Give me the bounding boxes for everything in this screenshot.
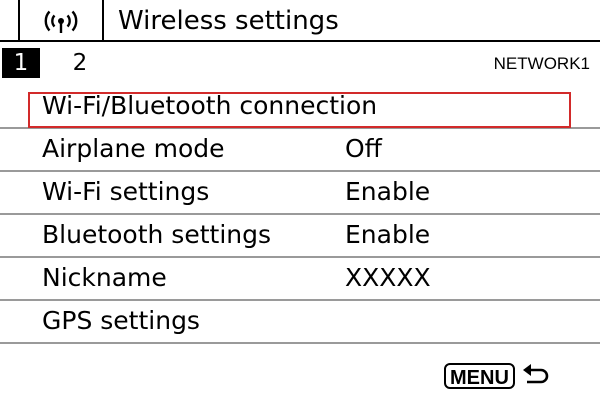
menu-item-label: GPS settings (42, 306, 200, 335)
menu-item-label: Airplane mode (42, 134, 225, 163)
menu-item-airplane-mode[interactable]: Airplane mode Off (0, 129, 600, 172)
network-label: NETWORK1 (493, 54, 590, 73)
settings-menu: Wi-Fi/Bluetooth connection Airplane mode… (0, 86, 600, 344)
menu-item-label: Nickname (42, 263, 167, 292)
menu-item-label: Wi-Fi/Bluetooth connection (42, 91, 378, 120)
wireless-icon (44, 10, 78, 33)
camera-menu-screen: Wireless settings 1 2 NETWORK1 Wi-Fi/Blu… (0, 0, 600, 400)
menu-item-label: Wi-Fi settings (42, 177, 210, 206)
page-tab-2[interactable]: 2 (60, 48, 100, 78)
menu-item-bluetooth-settings[interactable]: Bluetooth settings Enable (0, 215, 600, 258)
return-arrow-icon (522, 364, 549, 384)
menu-item-label: Bluetooth settings (42, 220, 272, 249)
menu-item-wifi-bluetooth-connection[interactable]: Wi-Fi/Bluetooth connection (0, 86, 600, 129)
menu-footer: MENU (0, 354, 600, 400)
menu-item-value: XXXXX (345, 263, 431, 292)
menu-item-value: Enable (345, 220, 431, 249)
page-tab-1[interactable]: 1 (2, 48, 40, 78)
menu-item-value: Off (345, 134, 382, 163)
menu-item-gps-settings[interactable]: GPS settings (0, 301, 600, 344)
menu-back-button[interactable]: MENU (444, 363, 551, 389)
menu-item-value: Enable (345, 177, 431, 206)
wireless-tab[interactable] (18, 0, 104, 42)
page-title: Wireless settings (118, 6, 339, 36)
page-tabs: 1 2 NETWORK1 (0, 44, 600, 82)
menu-header: Wireless settings (0, 0, 600, 42)
menu-key-label: MENU (444, 363, 515, 389)
menu-item-wifi-settings[interactable]: Wi-Fi settings Enable (0, 172, 600, 215)
menu-item-nickname[interactable]: Nickname XXXXX (0, 258, 600, 301)
